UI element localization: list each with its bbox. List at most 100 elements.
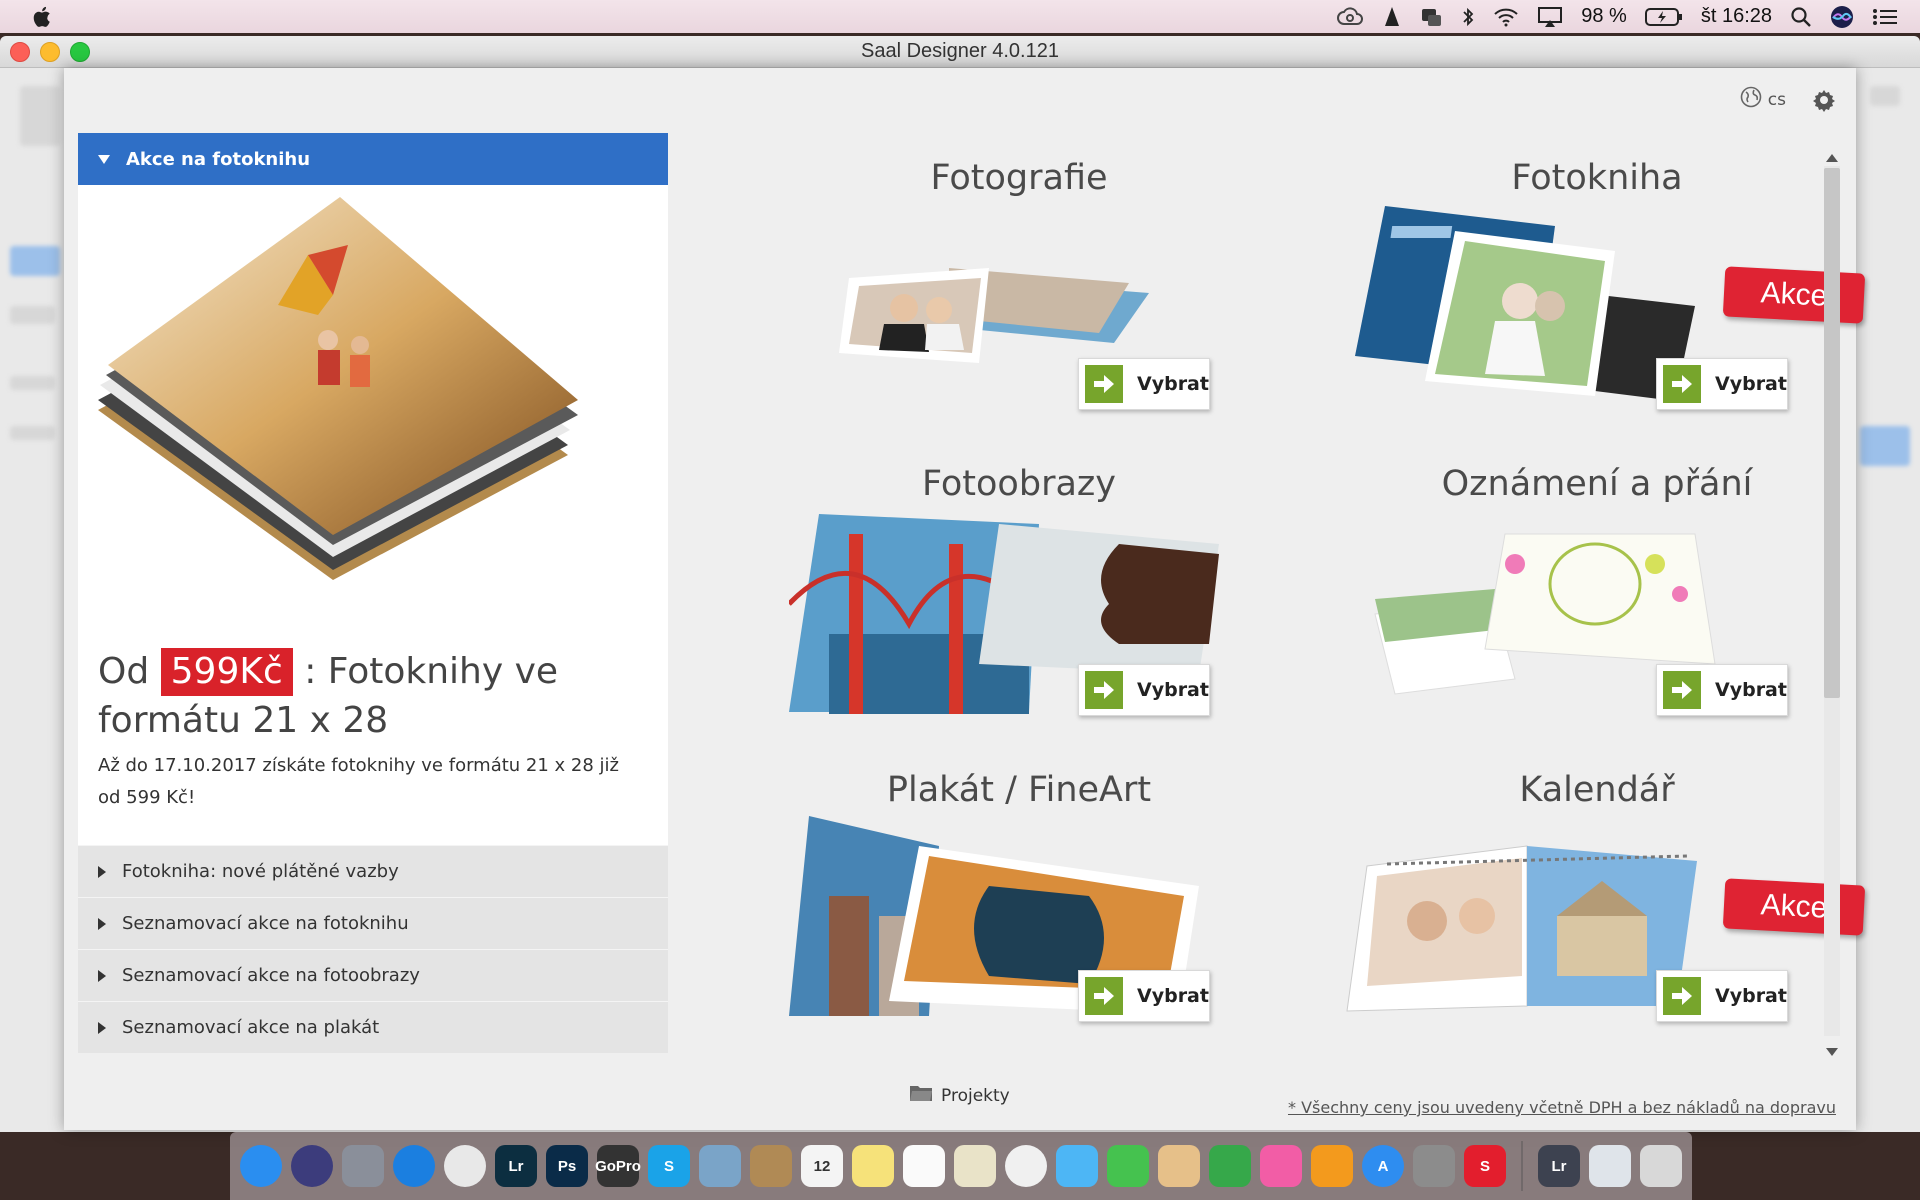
dock-photo-booth-icon[interactable] (954, 1145, 996, 1187)
scrollbar[interactable] (1820, 138, 1842, 1058)
dock-gopro-icon[interactable]: GoPro (595, 1145, 641, 1187)
dock-contacts-icon[interactable] (750, 1145, 792, 1187)
dock-notes-icon[interactable] (852, 1145, 894, 1187)
dock-document-stack-icon[interactable] (1589, 1145, 1631, 1187)
dock-app-store-icon[interactable]: A (1362, 1145, 1404, 1187)
battery-icon[interactable] (1644, 5, 1683, 29)
accordion-item[interactable]: Fotokniha: nové plátěné vazby (78, 845, 668, 897)
app-icon[interactable] (1383, 5, 1401, 29)
select-button-label: Vybrat (1715, 985, 1787, 1007)
promo-description: Až do 17.10.2017 získáte fotoknihy ve fo… (98, 755, 619, 808)
promo-header[interactable]: Akce na fotoknihu (78, 133, 668, 185)
dock-trash-icon[interactable] (1640, 1145, 1682, 1187)
clock[interactable]: št 16:28 (1701, 5, 1772, 28)
language-selector[interactable]: cs (1740, 86, 1786, 113)
apple-icon[interactable] (32, 5, 54, 29)
arrow-right-icon (1085, 365, 1123, 403)
product-kalendar[interactable]: Kalendář Akce Vybrat (1317, 758, 1877, 1048)
arrow-right-icon (1663, 977, 1701, 1015)
scrollbar-thumb[interactable] (1824, 168, 1840, 698)
projects-button[interactable]: Projekty (909, 1083, 1010, 1108)
gear-icon[interactable] (1812, 88, 1836, 116)
dock-photos-icon[interactable] (1005, 1145, 1047, 1187)
price-note-link[interactable]: * Všechny ceny jsou uvedeny včetně DPH a… (1288, 1098, 1836, 1117)
dock-numbers-icon[interactable] (1209, 1145, 1251, 1187)
chevron-right-icon (98, 865, 106, 878)
product-oznameni[interactable]: Oznámení a přání Vybrat (1317, 452, 1877, 742)
promo-badge: Akce (1722, 878, 1866, 936)
select-button[interactable]: Vybrat (1656, 664, 1788, 716)
select-button-label: Vybrat (1715, 679, 1787, 701)
photos-image (839, 268, 1149, 363)
dock-system-preferences-icon[interactable] (1413, 1145, 1455, 1187)
accordion-item[interactable]: Seznamovací akce na plakát (78, 1001, 668, 1053)
accordion-item-label: Seznamovací akce na fotoobrazy (122, 965, 420, 986)
dock-launchpad-icon[interactable] (342, 1145, 384, 1187)
dock-messages-icon[interactable] (1056, 1145, 1098, 1187)
list-icon[interactable] (1872, 5, 1898, 29)
dock-finder-icon[interactable] (240, 1145, 282, 1187)
accordion-item[interactable]: Seznamovací akce na fotoobrazy (78, 949, 668, 1001)
scroll-up-icon[interactable] (1825, 148, 1839, 167)
price-badge: 599Kč (160, 648, 293, 696)
dock-saal-designer-icon[interactable]: S (1464, 1145, 1506, 1187)
product-title: Plakát / FineArt (886, 770, 1152, 810)
accordion-item-label: Seznamovací akce na plakát (122, 1017, 380, 1038)
search-icon[interactable] (1790, 5, 1812, 29)
promo-content[interactable]: Od 599Kč : Fotoknihy ve formátu 21 x 28 … (78, 185, 668, 845)
dock-reminders-icon[interactable] (903, 1145, 945, 1187)
dock-separator (1521, 1141, 1523, 1191)
promo-title: Od 599Kč : Fotoknihy ve formátu 21 x 28 (98, 647, 618, 745)
select-button[interactable]: Vybrat (1078, 664, 1210, 716)
dock-sketchbook-icon[interactable] (1158, 1145, 1200, 1187)
window-title: Saal Designer 4.0.121 (861, 40, 1059, 62)
airplay-icon[interactable] (1537, 5, 1563, 29)
siri-icon[interactable] (1830, 5, 1854, 29)
wifi-icon[interactable] (1493, 5, 1519, 29)
dock-lightroom-icon[interactable]: Lr (495, 1145, 537, 1187)
dock-ibooks-icon[interactable] (1311, 1145, 1353, 1187)
chevron-down-icon (98, 154, 110, 164)
scroll-down-icon[interactable] (1825, 1042, 1839, 1061)
dock-siri-icon[interactable] (291, 1145, 333, 1187)
dock-chrome-icon[interactable] (444, 1145, 486, 1187)
dock-itunes-icon[interactable] (1260, 1145, 1302, 1187)
dock-safari-icon[interactable] (393, 1145, 435, 1187)
select-button[interactable]: Vybrat (1656, 358, 1788, 410)
product-plakat[interactable]: Plakát / FineArt Vybrat (739, 758, 1299, 1048)
product-title: Fotografie (930, 158, 1108, 198)
product-fotografie[interactable]: Fotografie Vybrat (739, 146, 1299, 436)
product-fotokniha[interactable]: Fotokniha Akce Vybrat (1317, 146, 1877, 436)
bluetooth-icon[interactable] (1461, 5, 1475, 29)
select-button[interactable]: Vybrat (1078, 970, 1210, 1022)
dock-preview-icon[interactable] (699, 1145, 741, 1187)
arrow-right-icon (1085, 977, 1123, 1015)
select-button[interactable]: Vybrat (1656, 970, 1788, 1022)
accordion-item-label: Fotokniha: nové plátěné vazby (122, 861, 399, 882)
chevron-right-icon (98, 969, 106, 982)
arrow-right-icon (1085, 671, 1123, 709)
promo-panel: Akce na fotoknihu Od 599Kč: Fotoknihy v… (78, 133, 668, 1055)
accordion-item-label: Seznamovací akce na fotoknihu (122, 913, 409, 934)
dock-skype-icon[interactable]: S (648, 1145, 690, 1187)
select-button[interactable]: Vybrat (1078, 358, 1210, 410)
product-title: Fotoobrazy (922, 464, 1116, 504)
dropbox-icon[interactable] (1419, 5, 1443, 29)
chevron-right-icon (98, 917, 106, 930)
accordion-item[interactable]: Seznamovací akce na fotoknihu (78, 897, 668, 949)
promo-header-label: Akce na fotoknihu (126, 148, 311, 170)
product-title: Fotokniha (1511, 158, 1683, 198)
dock-lightroom-preset-icon[interactable]: Lr (1538, 1145, 1580, 1187)
dock-photoshop-icon[interactable]: Ps (546, 1145, 588, 1187)
title-bar[interactable]: Saal Designer 4.0.121 (0, 36, 1920, 68)
creative-cloud-icon[interactable] (1335, 5, 1365, 29)
projects-label: Projekty (941, 1085, 1010, 1106)
product-fotoobrazy[interactable]: Fotoobrazy Vybrat (739, 452, 1299, 742)
select-button-label: Vybrat (1715, 373, 1787, 395)
dock-facetime-icon[interactable] (1107, 1145, 1149, 1187)
arrow-right-icon (1663, 365, 1701, 403)
select-button-label: Vybrat (1137, 985, 1209, 1007)
dock-calendar-icon[interactable]: 12 (801, 1145, 843, 1187)
menu-bar: 98 % št 16:28 (0, 0, 1920, 33)
start-dialog: cs Akce na fotoknihu Od 599Kč: Fotoknih… (64, 68, 1866, 1130)
